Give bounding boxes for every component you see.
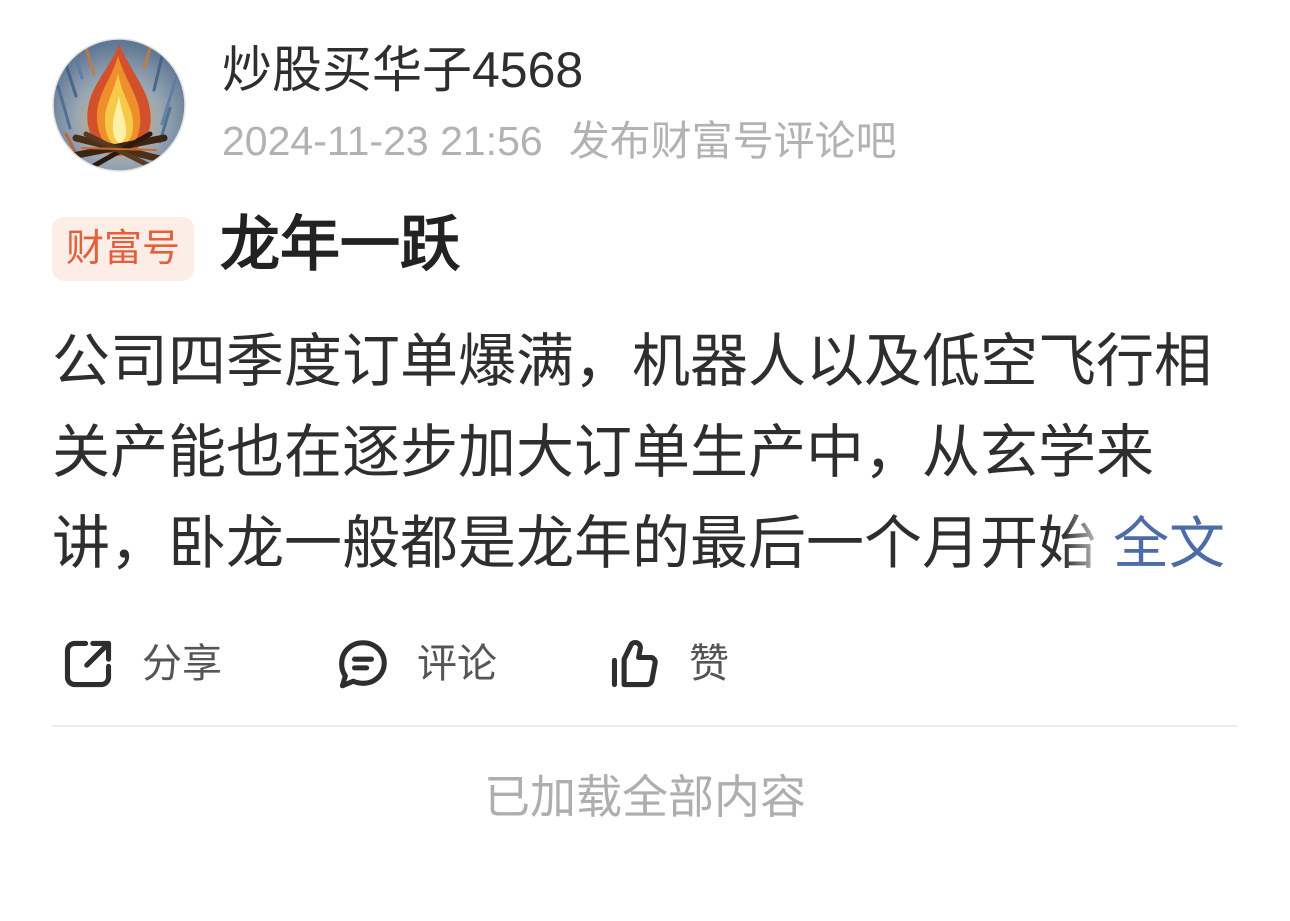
caifuhao-badge: 财富号: [52, 217, 194, 281]
post-body-text: 公司四季度订单爆满，机器人以及低空飞行相关产能也在逐步加大订单生产中，从玄学来讲…: [52, 329, 1213, 576]
comment-icon: [333, 634, 393, 694]
post-body[interactable]: 公司四季度订单爆满，机器人以及低空飞行相关产能也在逐步加大订单生产中，从玄学来讲…: [52, 316, 1238, 589]
comment-button[interactable]: 评论: [333, 634, 497, 694]
author-avatar[interactable]: [52, 38, 186, 172]
read-more-link[interactable]: 全文: [1063, 498, 1225, 589]
share-button[interactable]: 分享: [58, 634, 222, 694]
post-title[interactable]: 龙年一跃: [220, 210, 460, 280]
post-source[interactable]: 发布财富号评论吧: [569, 118, 897, 164]
author-name[interactable]: 炒股买华子4568: [222, 40, 583, 100]
avatar-image: [52, 38, 186, 172]
load-status: 已加载全部内容: [484, 771, 806, 823]
divider: [52, 725, 1238, 727]
share-icon: [58, 634, 118, 694]
post-page: 炒股买华子4568 2024-11-23 21:56 发布财富号评论吧 财富号 龙…: [0, 0, 1290, 921]
like-label: 赞: [689, 642, 729, 686]
like-icon: [605, 634, 665, 694]
post-timestamp: 2024-11-23 21:56: [222, 118, 543, 164]
post-meta: 2024-11-23 21:56 发布财富号评论吧: [222, 119, 897, 163]
share-label: 分享: [142, 642, 222, 686]
comment-label: 评论: [417, 642, 497, 686]
like-button[interactable]: 赞: [605, 634, 729, 694]
